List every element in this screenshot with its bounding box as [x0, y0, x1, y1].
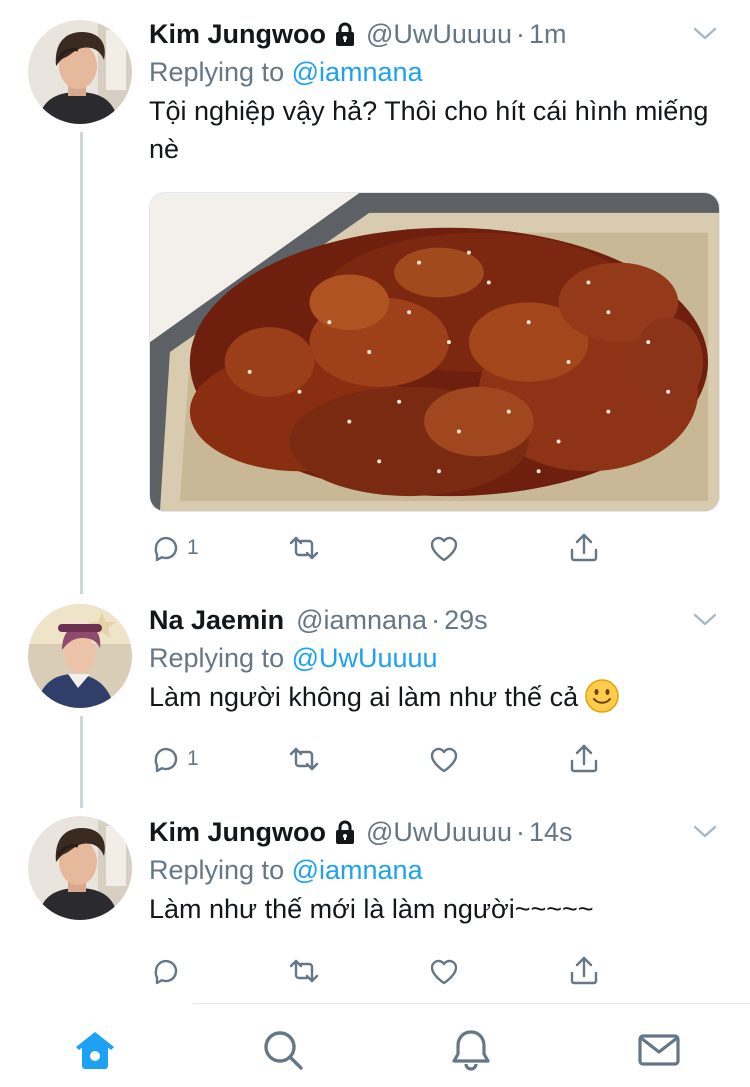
tweet[interactable]: Na Jaemin @iamnana · 29s Replying to @Uw… [0, 602, 750, 782]
retweet-button[interactable] [287, 951, 321, 991]
tweet-text: Làm người không ai làm như thế cả [149, 682, 579, 712]
home-icon [76, 1032, 114, 1069]
slightly-smiling-face-icon [585, 679, 620, 713]
heart-icon [430, 747, 458, 773]
tweet-text-row: Làm người không ai làm như thế cả [149, 678, 720, 716]
replying-to: Replying to @iamnana [149, 852, 720, 888]
tab-messages[interactable] [635, 1026, 683, 1074]
bottom-tab-bar [0, 1004, 750, 1087]
user-handle[interactable]: @UwUuuuu [366, 817, 512, 848]
tab-home[interactable] [71, 1026, 119, 1074]
separator: · [431, 604, 441, 635]
share-icon [570, 533, 598, 562]
separator: · [515, 816, 525, 847]
mention-link[interactable]: @iamnana [292, 855, 423, 885]
reply-button[interactable]: 1 [149, 528, 199, 568]
tweet-text: Làm như thế mới là làm người~~~~~ [149, 894, 594, 924]
share-icon [570, 956, 598, 985]
reply-icon [154, 747, 178, 773]
retweet-button[interactable] [287, 528, 321, 568]
mention-link[interactable]: @iamnana [292, 57, 423, 87]
like-button[interactable] [427, 951, 461, 991]
tweet-text: Tội nghiệp vậy hả? Thôi cho hít cái hình… [149, 96, 709, 164]
chevron-down-icon[interactable] [690, 18, 720, 48]
retweet-button[interactable] [287, 739, 321, 779]
display-name[interactable]: Kim Jungwoo [149, 19, 326, 50]
chevron-down-icon[interactable] [690, 604, 720, 634]
heart-icon [430, 536, 458, 562]
heart-icon [430, 959, 458, 985]
retweet-icon [289, 747, 319, 771]
timestamp[interactable]: 1m [529, 19, 567, 50]
replying-prefix: Replying to [149, 855, 285, 885]
replying-to: Replying to @iamnana [149, 54, 720, 90]
separator: · [515, 18, 525, 49]
user-handle[interactable]: @UwUuuuu [366, 19, 512, 50]
retweet-icon [289, 959, 319, 983]
fried-chicken-photo [150, 193, 719, 511]
messages-icon [638, 1034, 680, 1066]
like-button[interactable] [427, 739, 461, 779]
mention-link[interactable]: @UwUuuuu [292, 643, 438, 673]
share-icon [570, 744, 598, 773]
replying-prefix: Replying to [149, 57, 285, 87]
reply-icon [154, 959, 178, 985]
tweet-media[interactable] [149, 192, 720, 512]
share-button[interactable] [567, 528, 601, 568]
notifications-icon [452, 1030, 490, 1071]
reply-count: 1 [187, 536, 199, 559]
tab-search[interactable] [259, 1026, 307, 1074]
tweet[interactable]: Kim Jungwoo @UwUuuuu · 1m Replying to @i… [0, 16, 750, 586]
user-handle[interactable]: @iamnana [296, 605, 427, 636]
like-button[interactable] [427, 528, 461, 568]
retweet-icon [289, 536, 319, 560]
lock-icon [334, 22, 356, 47]
replying-prefix: Replying to [149, 643, 285, 673]
chevron-down-icon[interactable] [690, 816, 720, 846]
tweet[interactable]: Kim Jungwoo @UwUuuuu · 14s Replying to @… [0, 814, 750, 994]
reply-button[interactable] [149, 951, 183, 991]
lock-icon [334, 820, 356, 845]
avatar[interactable] [28, 604, 132, 708]
avatar[interactable] [28, 20, 132, 124]
reply-icon [154, 536, 178, 562]
tab-notifications[interactable] [447, 1026, 495, 1074]
search-icon [264, 1031, 303, 1070]
reply-button[interactable]: 1 [149, 739, 199, 779]
display-name[interactable]: Na Jaemin [149, 605, 284, 636]
reply-count: 1 [187, 747, 199, 770]
share-button[interactable] [567, 951, 601, 991]
avatar[interactable] [28, 816, 132, 920]
display-name[interactable]: Kim Jungwoo [149, 817, 326, 848]
share-button[interactable] [567, 739, 601, 779]
timestamp[interactable]: 29s [444, 605, 488, 636]
replying-to: Replying to @UwUuuuu [149, 640, 720, 676]
timestamp[interactable]: 14s [529, 817, 573, 848]
